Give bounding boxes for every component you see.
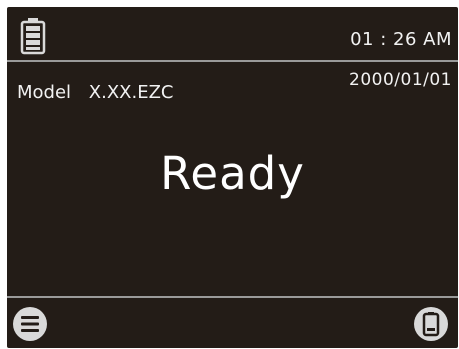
top-divider (7, 60, 458, 62)
bottom-divider (7, 296, 458, 298)
menu-button[interactable] (12, 306, 48, 342)
model-label: Model (17, 82, 72, 103)
menu-icon (13, 307, 47, 341)
clock-time: 01 : 26 AM (350, 29, 452, 50)
model-version: X.XX.EZC (88, 82, 174, 103)
device-screen: 01 : 26 AM 2000/01/01 Model X.XX.EZC Rea… (7, 7, 458, 348)
device-button[interactable] (413, 306, 449, 342)
status-bar: 01 : 26 AM (7, 7, 458, 60)
battery-full-icon (20, 18, 46, 55)
date-display: 2000/01/01 (349, 70, 452, 90)
device-icon (414, 307, 448, 341)
model-info: Model X.XX.EZC (17, 82, 174, 103)
status-message: Ready (160, 147, 305, 200)
